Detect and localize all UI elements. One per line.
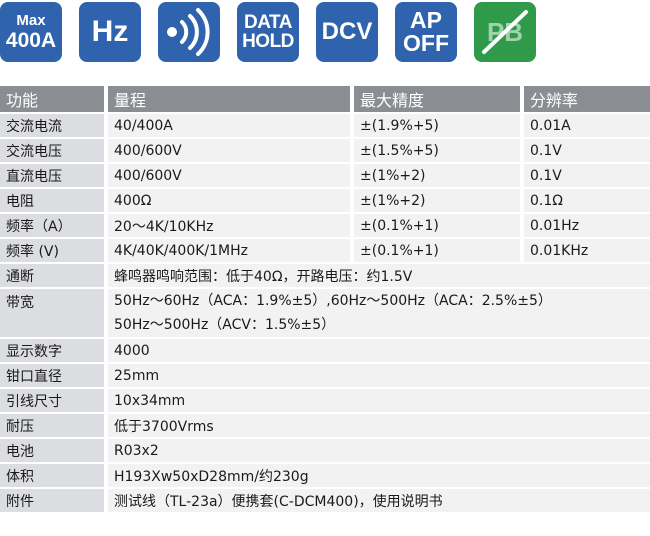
table-row: 引线尺寸 10x34mm	[0, 389, 650, 412]
header-accuracy: 最大精度	[354, 86, 524, 112]
row-accuracy: ±(1.5%+5)	[354, 139, 524, 162]
row-label: 附件	[0, 489, 108, 512]
row-label: 频率（A）	[0, 214, 108, 237]
continuity-buzzer-icon	[158, 2, 220, 62]
table-row: 交流电压 400/600V ±(1.5%+5) 0.1V	[0, 139, 650, 162]
row-value: 50Hz～60Hz（ACA：1.9%±5）,60Hz～500Hz（ACA：2.5…	[108, 289, 650, 337]
row-label: 频率 (V)	[0, 239, 108, 262]
table-row: 电阻 400Ω ±(1%+2) 0.1Ω	[0, 189, 650, 212]
row-accuracy: ±(0.1%+1)	[354, 214, 524, 237]
spec-table: 功能 量程 最大精度 分辨率 交流电流 40/400A ±(1.9%+5) 0.…	[0, 84, 650, 514]
table-header-row: 功能 量程 最大精度 分辨率	[0, 86, 650, 112]
row-label: 耐压	[0, 414, 108, 437]
row-label: 电阻	[0, 189, 108, 212]
row-value: 低于3700Vrms	[108, 414, 650, 437]
row-accuracy: ±(0.1%+1)	[354, 239, 524, 262]
row-accuracy: ±(1%+2)	[354, 164, 524, 187]
row-range: 400Ω	[108, 189, 354, 212]
row-resolution: 0.01A	[524, 114, 650, 137]
table-row-bandwidth: 带宽 50Hz～60Hz（ACA：1.9%±5）,60Hz～500Hz（ACA：…	[0, 289, 650, 337]
max-400a-icon: Max 400A	[0, 2, 62, 62]
row-resolution: 0.1V	[524, 139, 650, 162]
row-label: 带宽	[0, 289, 108, 337]
row-range: 4K/40K/400K/1MHz	[108, 239, 354, 262]
table-row: 显示数字 4000	[0, 339, 650, 362]
table-row: 频率（A） 20～4K/10KHz ±(0.1%+1) 0.01Hz	[0, 214, 650, 237]
dcv-icon: DCV	[316, 2, 378, 62]
row-value: 10x34mm	[108, 389, 650, 412]
row-label: 引线尺寸	[0, 389, 108, 412]
data-hold-icon: DATA HOLD	[237, 2, 299, 62]
row-range: 20～4K/10KHz	[108, 214, 354, 237]
row-label: 显示数字	[0, 339, 108, 362]
row-label: 电池	[0, 439, 108, 462]
row-value: 测试线（TL-23a）便携套(C-DCM400)，使用说明书	[108, 489, 650, 512]
row-label: 体积	[0, 464, 108, 487]
row-label: 交流电流	[0, 114, 108, 137]
row-range: 400/600V	[108, 139, 354, 162]
feature-icons-bar: Max 400A Hz DATA HOLD DCV AP OFF PB	[0, 0, 650, 74]
row-value: 蜂鸣器鸣响范围：低于40Ω，开路电压：约1.5V	[108, 264, 650, 287]
header-resolution: 分辨率	[524, 86, 650, 112]
row-range: 40/400A	[108, 114, 354, 137]
row-resolution: 0.1Ω	[524, 189, 650, 212]
row-label: 直流电压	[0, 164, 108, 187]
bandwidth-line-2: 50Hz～500Hz（ACV：1.5%±5）	[114, 317, 336, 333]
row-value: 25mm	[108, 364, 650, 387]
no-lead-pb-icon: PB	[474, 2, 536, 62]
row-accuracy: ±(1%+2)	[354, 189, 524, 212]
row-resolution: 0.1V	[524, 164, 650, 187]
auto-power-off-icon: AP OFF	[395, 2, 457, 62]
row-label: 钳口直径	[0, 364, 108, 387]
row-value: H193Xw50xD28mm/约230g	[108, 464, 650, 487]
row-range: 400/600V	[108, 164, 354, 187]
row-value: R03x2	[108, 439, 650, 462]
row-resolution: 0.01Hz	[524, 214, 650, 237]
row-label: 通断	[0, 264, 108, 287]
hz-icon: Hz	[79, 2, 141, 62]
table-row: 交流电流 40/400A ±(1.9%+5) 0.01A	[0, 114, 650, 137]
row-resolution: 0.01KHz	[524, 239, 650, 262]
table-row: 体积 H193Xw50xD28mm/约230g	[0, 464, 650, 487]
header-function: 功能	[0, 86, 108, 112]
row-value: 4000	[108, 339, 650, 362]
row-accuracy: ±(1.9%+5)	[354, 114, 524, 137]
bandwidth-line-1: 50Hz～60Hz（ACA：1.9%±5）,60Hz～500Hz（ACA：2.5…	[114, 293, 552, 309]
header-range: 量程	[108, 86, 354, 112]
table-row: 电池 R03x2	[0, 439, 650, 462]
table-row: 直流电压 400/600V ±(1%+2) 0.1V	[0, 164, 650, 187]
table-row: 频率 (V) 4K/40K/400K/1MHz ±(0.1%+1) 0.01KH…	[0, 239, 650, 262]
table-row: 钳口直径 25mm	[0, 364, 650, 387]
row-label: 交流电压	[0, 139, 108, 162]
table-row-continuity: 通断 蜂鸣器鸣响范围：低于40Ω，开路电压：约1.5V	[0, 264, 650, 287]
table-row: 耐压 低于3700Vrms	[0, 414, 650, 437]
table-row: 附件 测试线（TL-23a）便携套(C-DCM400)，使用说明书	[0, 489, 650, 512]
